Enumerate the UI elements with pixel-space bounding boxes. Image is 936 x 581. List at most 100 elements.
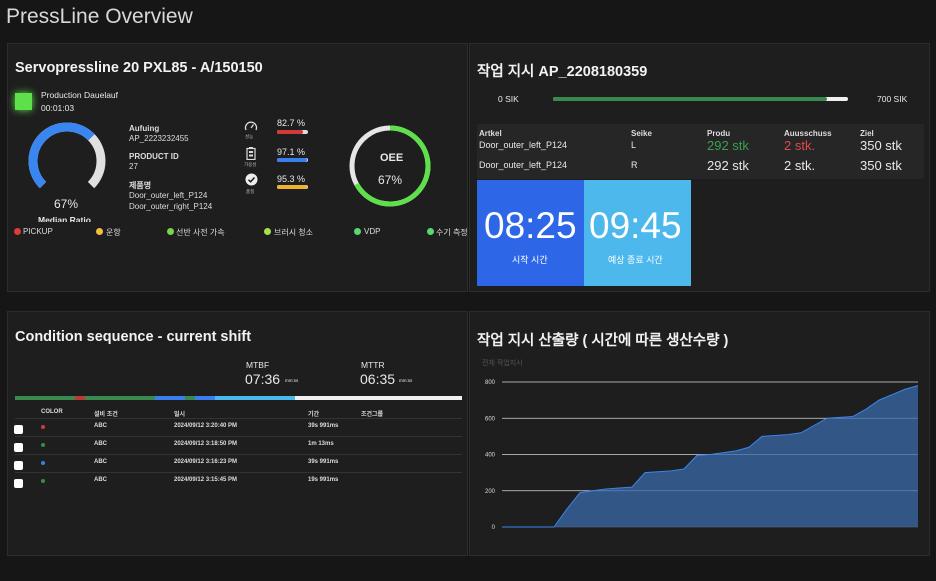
mtbf-value: 07:36 bbox=[245, 371, 281, 387]
machine-panel: Servopressline 20 PXL85 - A/150150 Produ… bbox=[7, 43, 468, 292]
page-title: PressLine Overview bbox=[6, 5, 193, 28]
y-tick-label: 600 bbox=[485, 416, 496, 422]
condition-timeline bbox=[15, 396, 462, 400]
mttr-value: 06:35 bbox=[360, 371, 396, 387]
status-indicator bbox=[15, 93, 32, 110]
series-label: 전체 작업지시 bbox=[482, 358, 523, 367]
oee-value: 67% bbox=[378, 173, 403, 187]
end-time-label: 예상 종료 시간 bbox=[608, 255, 663, 265]
timeline-segment bbox=[85, 396, 155, 400]
col-header: 일시 bbox=[174, 412, 186, 418]
col-header: 조건그룹 bbox=[361, 412, 384, 418]
cell-seike: L bbox=[631, 140, 637, 150]
col-header: Auusschuss bbox=[784, 129, 832, 138]
area-series bbox=[502, 385, 918, 527]
cell-time: 2024/09/12 3:15:45 PM bbox=[174, 477, 238, 483]
col-header: Artkel bbox=[479, 129, 502, 138]
aufuing-label: Aufuing bbox=[129, 124, 160, 133]
chart-title: 작업 지시 산출량 ( 시간에 따른 생산수량 ) bbox=[477, 333, 729, 349]
color-dot bbox=[41, 461, 45, 465]
status-time: 00:01:03 bbox=[41, 103, 75, 113]
metric-value: 95.3 % bbox=[277, 174, 306, 184]
legend-dot bbox=[167, 228, 174, 235]
production-area-chart: 전체 작업지시 0 200 400 600 800 bbox=[482, 358, 919, 531]
order-panel: 작업 지시 AP_2208180359 0 SIK 700 SIK Artkel… bbox=[469, 43, 930, 292]
timeline-segment bbox=[15, 396, 75, 400]
col-header: 기간 bbox=[308, 412, 320, 418]
row-divider bbox=[15, 418, 462, 419]
median-ratio-value: 67% bbox=[54, 197, 79, 211]
order-title: 작업 지시 AP_2208180359 bbox=[477, 64, 648, 80]
cell-ziel: 350 stk bbox=[860, 138, 902, 153]
start-time-value: 08:25 bbox=[484, 205, 577, 246]
timeline-segment bbox=[295, 396, 462, 400]
start-time-label: 시작 시간 bbox=[512, 255, 548, 265]
mtbf-unit: mm:ss bbox=[285, 378, 299, 383]
order-progress-fill bbox=[553, 97, 828, 101]
cell-condition: ABC bbox=[94, 459, 107, 465]
product-id-label: PRODUCT ID bbox=[129, 152, 179, 161]
status-label: Production Dauelauf bbox=[41, 90, 119, 100]
color-dot bbox=[41, 479, 45, 483]
col-header: Ziel bbox=[860, 129, 874, 138]
cell-produ: 292 stk bbox=[707, 158, 749, 173]
cell-condition: ABC bbox=[94, 423, 107, 429]
row-checkbox[interactable] bbox=[14, 461, 23, 470]
metric-value: 97.1 % bbox=[277, 147, 306, 157]
row-divider bbox=[15, 436, 462, 437]
mttr-unit: mm:ss bbox=[399, 378, 413, 383]
cell-condition: ABC bbox=[94, 441, 107, 447]
product-name-label: 제품명 bbox=[129, 181, 152, 190]
col-header: Seike bbox=[631, 129, 652, 138]
metric-bar-fill bbox=[277, 185, 307, 189]
end-time-value: 09:45 bbox=[589, 205, 682, 246]
row-checkbox[interactable] bbox=[14, 443, 23, 452]
median-ratio-gauge bbox=[28, 122, 106, 189]
cell-duration: 39s 991ms bbox=[308, 459, 339, 465]
legend-dot bbox=[96, 228, 103, 235]
cell-duration: 39s 991ms bbox=[308, 423, 339, 429]
product-name-1: Door_outer_left_P124 bbox=[129, 191, 208, 200]
mtbf-label: MTBF bbox=[246, 360, 270, 370]
legend-label: 운항 bbox=[106, 228, 121, 237]
cell-duration: 1m 13ms bbox=[308, 441, 334, 447]
metric-bar-fill bbox=[277, 158, 308, 162]
metric-label: 가용성 bbox=[244, 162, 257, 167]
row-checkbox[interactable] bbox=[14, 479, 23, 488]
legend-label: 브러시 청소 bbox=[274, 228, 314, 237]
production-chart-panel: 작업 지시 산출량 ( 시간에 따른 생산수량 ) 전체 작업지시 0 200 400… bbox=[469, 311, 930, 556]
legend-label: 선반 사전 가속 bbox=[176, 228, 225, 237]
color-dot bbox=[41, 425, 45, 429]
timeline-segment bbox=[195, 396, 215, 400]
cell-time: 2024/09/12 3:18:50 PM bbox=[174, 441, 238, 447]
check-circle-icon bbox=[245, 173, 258, 186]
row-checkbox[interactable] bbox=[14, 425, 23, 434]
progress-start-label: 0 SIK bbox=[498, 94, 519, 104]
col-header: 설비 조건 bbox=[94, 412, 118, 418]
legend-label: PICKUP bbox=[23, 227, 53, 236]
col-header: Produ bbox=[707, 129, 731, 138]
timeline-segment bbox=[75, 396, 85, 400]
legend-label: 수기 측정 bbox=[436, 228, 468, 237]
cell-artkel: Door_outer_left_P124 bbox=[479, 160, 568, 170]
row-divider bbox=[15, 454, 462, 455]
cell-condition: ABC bbox=[94, 477, 107, 483]
y-tick-label: 0 bbox=[492, 525, 496, 531]
metric-value: 82.7 % bbox=[277, 118, 306, 128]
aufuing-value: AP_2223232455 bbox=[129, 134, 189, 143]
cell-seike: R bbox=[631, 160, 638, 170]
legend-dot bbox=[427, 228, 434, 235]
col-header: COLOR bbox=[41, 409, 63, 415]
cell-ausschuss: 2 stk. bbox=[784, 138, 816, 153]
oee-label: OEE bbox=[380, 152, 404, 164]
y-tick-label: 200 bbox=[485, 489, 496, 495]
mttr-label: MTTR bbox=[361, 360, 385, 370]
color-dot bbox=[41, 443, 45, 447]
cell-time: 2024/09/12 3:16:23 PM bbox=[174, 459, 238, 465]
cell-produ: 292 stk bbox=[707, 138, 749, 153]
progress-end-label: 700 SIK bbox=[877, 94, 908, 104]
legend-label: VDP bbox=[364, 227, 381, 236]
timeline-segment bbox=[185, 396, 195, 400]
cell-ausschuss: 2 stk. bbox=[784, 158, 816, 173]
product-name-2: Door_outer_right_P124 bbox=[129, 202, 213, 211]
